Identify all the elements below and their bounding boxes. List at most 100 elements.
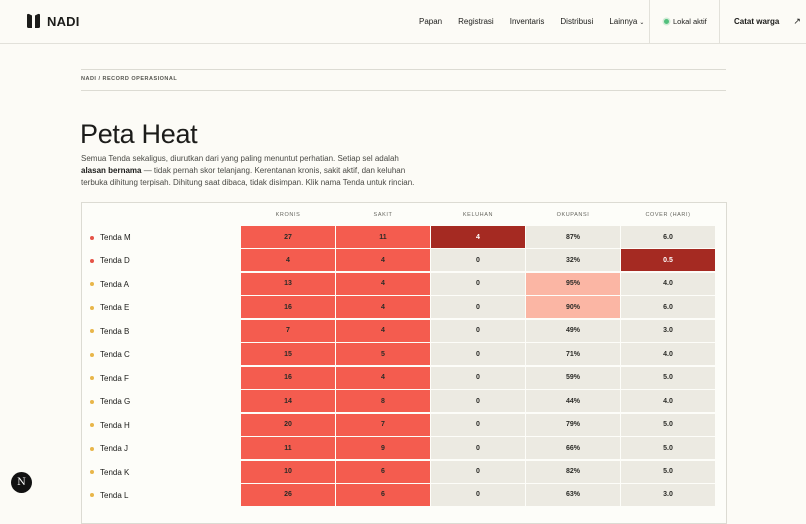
tenda-row-link[interactable]: Tenda C bbox=[90, 343, 130, 366]
severity-dot-icon bbox=[90, 493, 94, 498]
tenda-row-link[interactable]: Tenda A bbox=[90, 273, 129, 296]
column-header: OKUPANSI bbox=[556, 212, 590, 218]
tenda-row-link[interactable]: Tenda M bbox=[90, 226, 131, 249]
heatmap-cell: 44% bbox=[526, 390, 620, 413]
nav-item-distribusi[interactable]: Distribusi bbox=[560, 17, 593, 26]
severity-dot-icon bbox=[90, 305, 94, 310]
heatmap-cell: 82% bbox=[526, 460, 620, 483]
chevron-down-icon: ⌄ bbox=[639, 20, 645, 26]
heatmap-cell: 0 bbox=[431, 460, 525, 483]
heatmap-cell: 10 bbox=[241, 460, 335, 483]
nav-item-registrasi[interactable]: Registrasi bbox=[458, 17, 494, 26]
heatmap-cell: 5.0 bbox=[621, 413, 715, 436]
main-nav: Papan Registrasi Inventaris Distribusi L… bbox=[419, 0, 644, 43]
tenda-name: Tenda K bbox=[100, 467, 130, 477]
divider bbox=[81, 90, 726, 91]
severity-dot-icon bbox=[90, 470, 94, 474]
tenda-name: Tenda G bbox=[100, 397, 131, 407]
nav-item-lainnya-label: Lainnya bbox=[609, 17, 638, 26]
heatmap-cell: 6 bbox=[336, 483, 430, 506]
heatmap-cell: 66% bbox=[526, 437, 620, 460]
heatmap-cell: 4.0 bbox=[621, 272, 715, 295]
tenda-row-link[interactable]: Tenda H bbox=[90, 414, 130, 437]
tenda-row-link[interactable]: Tenda E bbox=[90, 296, 129, 319]
brand-logo[interactable]: NADI bbox=[26, 13, 80, 29]
heatmap-cell: 5.0 bbox=[621, 366, 715, 389]
severity-dot-icon bbox=[90, 352, 94, 357]
heatmap-cell: 0 bbox=[431, 296, 525, 319]
tenda-name: Tenda E bbox=[100, 303, 130, 313]
tenda-name: Tenda B bbox=[100, 326, 130, 336]
tenda-row-link[interactable]: Tenda F bbox=[90, 367, 129, 390]
heatmap-cell: 27 bbox=[241, 226, 335, 248]
heatmap-cell: 4 bbox=[336, 296, 430, 319]
nav-item-papan[interactable]: Papan bbox=[419, 17, 442, 26]
heatmap-cell: 6.0 bbox=[621, 296, 715, 319]
tenda-name: Tenda M bbox=[100, 233, 131, 242]
n-logo-button[interactable]: N bbox=[11, 472, 32, 493]
tenda-name: Tenda H bbox=[100, 420, 130, 430]
severity-dot-icon bbox=[90, 282, 94, 287]
local-status: Lokal aktif bbox=[664, 0, 707, 43]
heatmap-cell: 0 bbox=[431, 272, 525, 295]
column-header: KELUHAN bbox=[462, 212, 494, 218]
heatmap-cell: 0 bbox=[431, 390, 525, 413]
severity-dot-icon bbox=[90, 235, 94, 240]
breadcrumb: NADI / RECORD OPERASIONAL bbox=[81, 76, 178, 82]
tenda-row-link[interactable]: Tenda J bbox=[90, 437, 128, 460]
catat-warga-label: Catat warga bbox=[734, 17, 780, 26]
heatmap-cell: 5.0 bbox=[621, 460, 715, 483]
heatmap-cell: 90% bbox=[526, 296, 620, 319]
divider bbox=[81, 69, 726, 70]
heatmap-cell: 3.0 bbox=[621, 483, 715, 506]
column-header: COVER (HARI) bbox=[645, 212, 691, 218]
heatmap-cell: 5.0 bbox=[621, 437, 715, 460]
heatmap-cell: 11 bbox=[336, 226, 430, 248]
nadi-logo-icon bbox=[27, 13, 40, 28]
page-description: Semua Tenda sekaligus, diurutkan dari ya… bbox=[81, 153, 421, 190]
heatmap-cell: 4 bbox=[336, 272, 430, 295]
heatmap-cell: 63% bbox=[526, 483, 620, 506]
heatmap-cell: 32% bbox=[526, 249, 620, 272]
heatmap-cell: 59% bbox=[526, 366, 620, 389]
heatmap-cell: 49% bbox=[526, 319, 620, 342]
heatmap-cell: 11 bbox=[241, 437, 335, 460]
tenda-row-link[interactable]: Tenda L bbox=[90, 484, 128, 507]
tenda-row-link[interactable]: Tenda K bbox=[90, 461, 129, 484]
heatmap-cell: 5 bbox=[336, 343, 430, 366]
heatmap-cell: 7 bbox=[336, 413, 430, 436]
tenda-name: Tenda J bbox=[100, 444, 129, 454]
heatmap-cell: 4 bbox=[336, 249, 430, 272]
heatmap-cell: 26 bbox=[241, 483, 335, 506]
heatmap-cell: 14 bbox=[241, 390, 335, 413]
tenda-name: Tenda D bbox=[100, 256, 130, 266]
tenda-row-link[interactable]: Tenda B bbox=[90, 320, 129, 343]
tenda-row-link[interactable]: Tenda G bbox=[90, 390, 130, 413]
arrow-up-right-icon: ↗ bbox=[793, 16, 801, 26]
nav-item-inventaris[interactable]: Inventaris bbox=[510, 17, 545, 26]
top-navigation-bar: NADI Papan Registrasi Inventaris Distrib… bbox=[0, 0, 806, 44]
heatmap-cell: 13 bbox=[241, 272, 335, 295]
heatmap-cell: 4.0 bbox=[621, 343, 715, 366]
tenda-name: Tenda F bbox=[100, 373, 129, 383]
divider bbox=[719, 0, 720, 43]
desc-part-1: Semua Tenda sekaligus, diurutkan dari ya… bbox=[81, 154, 399, 163]
heatmap-cell: 0 bbox=[431, 483, 525, 506]
heatmap-cell: 79% bbox=[526, 413, 620, 436]
heatmap-cell: 4 bbox=[336, 366, 430, 389]
catat-warga-button[interactable]: Catat warga ↗ bbox=[734, 0, 801, 43]
severity-dot-icon bbox=[90, 376, 94, 381]
heatmap-cell: 20 bbox=[241, 413, 335, 436]
severity-dot-icon bbox=[90, 329, 94, 334]
desc-bold: alasan bernama bbox=[81, 166, 142, 176]
severity-dot-icon bbox=[90, 446, 94, 451]
heatmap-cell: 0 bbox=[431, 437, 525, 460]
heatmap-cell: 3.0 bbox=[621, 319, 715, 342]
column-header: KRONIS bbox=[275, 212, 301, 218]
nav-item-lainnya[interactable]: Lainnya ⌄ bbox=[609, 17, 644, 26]
heatmap-cell: 71% bbox=[526, 343, 620, 366]
heatmap-cell: 6 bbox=[336, 460, 430, 483]
tenda-row-link[interactable]: Tenda D bbox=[90, 249, 130, 272]
severity-dot-icon bbox=[90, 423, 94, 428]
heatmap-cell: 4 bbox=[241, 249, 335, 272]
